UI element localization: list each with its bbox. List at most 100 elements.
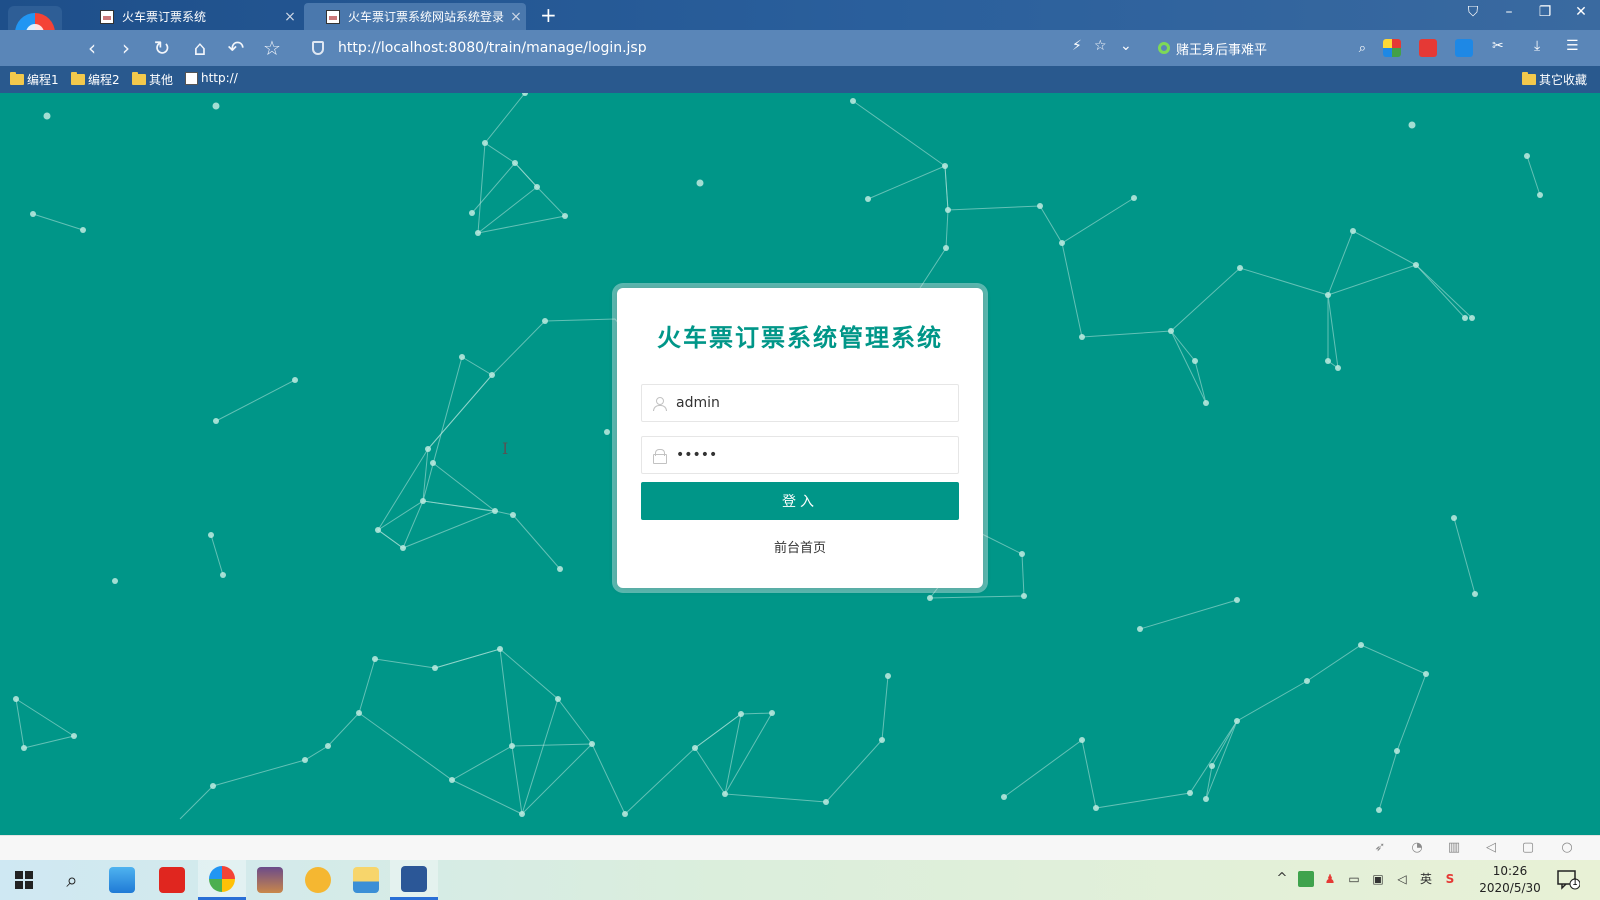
browser-status-bar: ➶ ◔ ▥ ◁ ▢ ○ [0, 835, 1600, 860]
tray-sogou-icon[interactable]: S [1442, 871, 1458, 887]
tray-qq-icon[interactable]: ♟ [1322, 871, 1338, 887]
address-url[interactable]: http://localhost:8080/train/manage/login… [338, 40, 647, 56]
browser-search-box[interactable]: 赌王身后事难平 ⌕ [1158, 36, 1366, 60]
zoom-icon[interactable]: ○ [1559, 840, 1575, 856]
security-shield-icon [312, 41, 324, 55]
address-dropdown-icon[interactable]: ⌄ [1120, 38, 1132, 54]
apps-icon[interactable] [1383, 39, 1401, 57]
volume-icon[interactable]: ◁ [1483, 840, 1499, 856]
skin-icon[interactable]: ⛉ [1458, 4, 1488, 20]
username-input[interactable] [676, 385, 958, 421]
tray-expand-icon[interactable]: ^ [1274, 871, 1290, 887]
taskbar-netease-music[interactable] [148, 860, 196, 900]
bookmarks-bar: 编程1 编程2 其他 http:// 其它收藏 [0, 66, 1600, 93]
favorite-button[interactable]: ☆ [258, 36, 286, 60]
folder-app-icon [353, 867, 379, 893]
tray-network-icon[interactable]: ▣ [1370, 871, 1386, 887]
screenshot-cut-icon[interactable]: ✂ [1492, 38, 1504, 54]
taskbar-app-store[interactable] [98, 860, 146, 900]
bookmark-star-icon[interactable]: ☆ [1094, 38, 1107, 54]
page-favicon-icon [326, 9, 340, 24]
login-title: 火车票订票系统管理系统 [657, 324, 943, 352]
refresh-button[interactable]: ↻ [148, 36, 176, 60]
tab-title: 火车票订票系统 [122, 10, 207, 24]
text-cursor-icon: I [502, 439, 509, 458]
assistant-app-icon [305, 867, 331, 893]
user-icon [642, 385, 676, 421]
taskbar-word[interactable] [390, 860, 438, 900]
word-app-icon [401, 865, 427, 892]
tray-network-app-icon[interactable] [1298, 871, 1314, 887]
bookmark-http[interactable]: http:// [185, 71, 238, 85]
forward-button[interactable]: › [112, 36, 140, 60]
window-icon[interactable]: ▢ [1520, 840, 1536, 856]
clock-date: 2020/5/30 [1479, 881, 1541, 895]
password-input[interactable] [676, 437, 958, 473]
tray-ime-icon[interactable]: 英 [1418, 871, 1434, 887]
home-button[interactable]: ⌂ [186, 36, 214, 60]
bookmark-folder-1[interactable]: 编程1 [10, 71, 59, 88]
taskbar-clock[interactable]: 10:26 2020/5/30 [1470, 863, 1550, 897]
search-engine-icon [1158, 42, 1170, 54]
download-icon[interactable]: ⤓ [1534, 38, 1540, 54]
folder-icon [10, 72, 24, 85]
address-bar[interactable]: http://localhost:8080/train/manage/login… [300, 35, 1070, 61]
taskbar-file-explorer[interactable] [342, 860, 390, 900]
bookmark-label: http:// [201, 71, 238, 85]
taskbar-game[interactable] [246, 860, 294, 900]
login-button[interactable]: 登入 [641, 482, 959, 520]
store-app-icon [109, 867, 135, 893]
bookmark-label: 编程1 [27, 73, 59, 87]
speed-icon[interactable]: ◔ [1409, 840, 1425, 856]
close-window-button[interactable]: ✕ [1566, 4, 1596, 20]
tray-battery-icon[interactable]: ▭ [1346, 871, 1362, 887]
notification-count: 1 [1572, 878, 1578, 888]
flash-icon[interactable]: ⚡ [1072, 38, 1082, 54]
back-button[interactable]: ‹ [78, 36, 106, 60]
rocket-icon[interactable]: ➶ [1372, 840, 1388, 856]
browser-app-icon [209, 865, 235, 892]
other-bookmarks-folder[interactable]: 其它收藏 [1522, 71, 1587, 88]
restore-button[interactable]: ❐ [1530, 4, 1560, 20]
lock-icon [642, 437, 676, 473]
page-favicon-icon [100, 9, 114, 24]
search-icon[interactable]: ⌕ [1359, 41, 1366, 56]
tab-train-system[interactable]: 火车票订票系统 × [78, 3, 300, 30]
bookmark-folder-2[interactable]: 编程2 [71, 71, 120, 88]
windows-logo-icon [15, 871, 33, 889]
bookmark-label: 其他 [149, 73, 174, 87]
clock-time: 10:26 [1492, 864, 1528, 878]
notification-center-button[interactable]: 1 [1556, 868, 1581, 890]
tab-title: 火车票订票系统网站系统登录 [348, 10, 505, 24]
game-icon[interactable] [1419, 39, 1437, 57]
trash-icon[interactable]: ▥ [1446, 840, 1462, 856]
menu-icon[interactable]: ☰ [1566, 38, 1579, 54]
folder-icon [1522, 72, 1536, 85]
search-suggestion[interactable]: 赌王身后事难平 [1176, 39, 1267, 58]
tray-volume-icon[interactable]: ◁ [1394, 871, 1410, 887]
game-app-icon [257, 867, 283, 893]
minimize-button[interactable]: – [1494, 4, 1524, 20]
tab-login-page[interactable]: 火车票订票系统网站系统登录 × [304, 3, 526, 30]
home-page-link[interactable]: 前台首页 [617, 537, 983, 556]
taskbar-browser[interactable] [198, 860, 246, 900]
login-card: 火车票订票系统管理系统 登入 前台首页 [617, 288, 983, 588]
bookmark-label: 编程2 [88, 73, 120, 87]
windows-taskbar: ⌕ ^ ♟ ▭ ▣ ◁ 英 S 10:26 2020/5/30 1 [0, 860, 1600, 900]
taskbar-assistant[interactable] [294, 860, 342, 900]
login-page: 火车票订票系统管理系统 登入 前台首页 I [0, 93, 1600, 835]
username-field[interactable] [641, 384, 959, 422]
bookmark-folder-other[interactable]: 其他 [132, 71, 173, 88]
translate-icon[interactable] [1455, 39, 1473, 57]
start-button[interactable] [0, 860, 48, 900]
password-field[interactable] [641, 436, 959, 474]
taskbar-search-icon[interactable]: ⌕ [48, 860, 96, 900]
bookmark-label: 其它收藏 [1539, 73, 1588, 87]
folder-icon [132, 72, 146, 85]
tab-close-icon[interactable]: × [280, 9, 300, 25]
folder-icon [71, 72, 85, 85]
undo-close-button[interactable]: ↶ [222, 36, 250, 60]
page-icon [185, 71, 198, 85]
tab-close-icon[interactable]: × [506, 9, 526, 25]
new-tab-button[interactable]: + [540, 3, 557, 27]
